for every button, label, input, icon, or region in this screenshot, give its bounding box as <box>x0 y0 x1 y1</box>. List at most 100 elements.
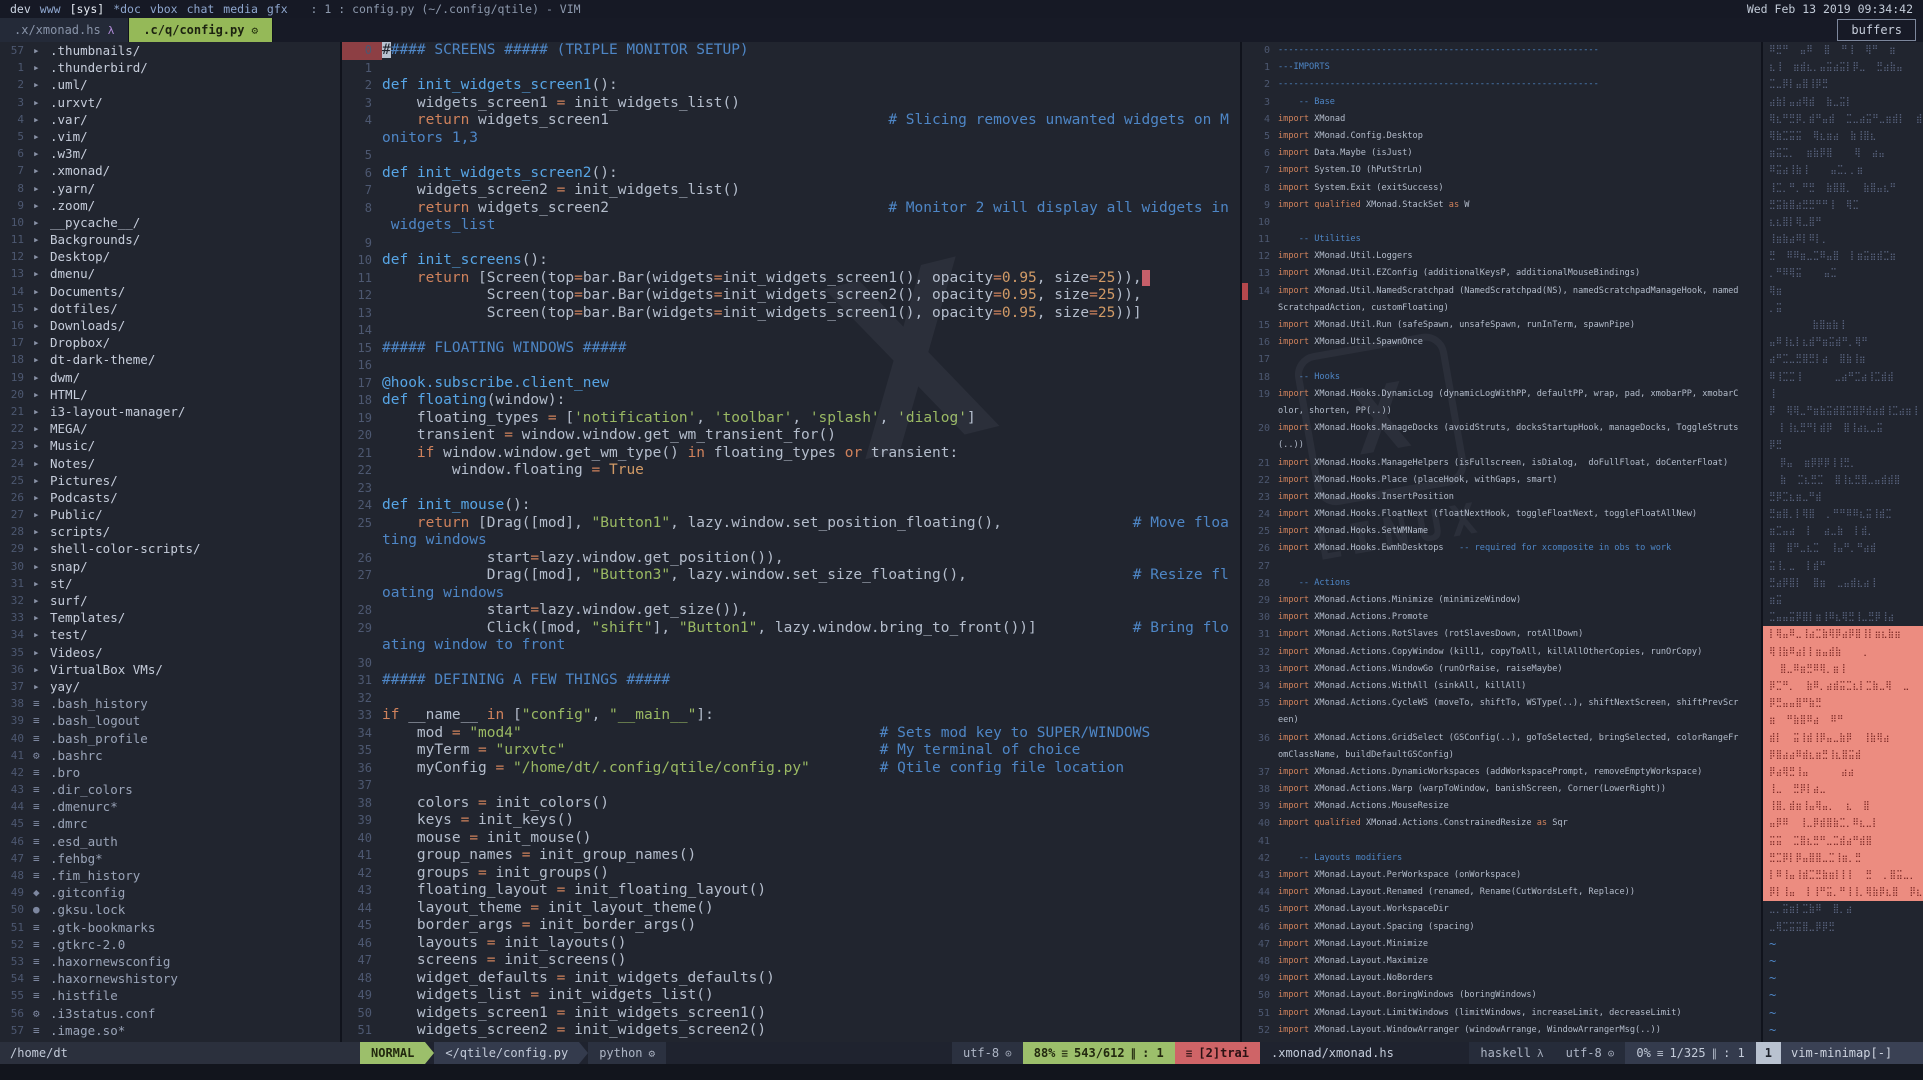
tree-dir-item[interactable]: 30▸snap/ <box>0 558 340 575</box>
tree-file-item[interactable]: 49◆.gitconfig <box>0 884 340 901</box>
code-line[interactable]: 10def init_screens(): <box>342 252 1240 270</box>
code-line[interactable]: 8import System.Exit (exitSuccess) <box>1242 180 1761 197</box>
code-line[interactable]: 25 return [Drag([mod], "Button1", lazy.w… <box>342 515 1240 533</box>
code-line[interactable]: 45 border_args = init_border_args() <box>342 917 1240 935</box>
code-line[interactable]: 15##### FLOATING WINDOWS ##### <box>342 340 1240 358</box>
code-line[interactable]: 10 <box>1242 214 1761 231</box>
code-line[interactable]: 30import XMonad.Actions.Promote <box>1242 609 1761 626</box>
code-line[interactable]: 21 if window.window.get_wm_type() in flo… <box>342 445 1240 463</box>
tree-file-item[interactable]: 46≡.esd_auth <box>0 833 340 850</box>
code-line[interactable]: 42 -- Layouts modifiers <box>1242 850 1761 867</box>
code-line[interactable]: olor, shorten, PP(..)) <box>1242 403 1761 420</box>
code-line[interactable]: 31import XMonad.Actions.RotSlaves (rotSl… <box>1242 626 1761 643</box>
tmux-window[interactable]: media <box>223 2 258 16</box>
tree-dir-item[interactable]: 10▸__pycache__/ <box>0 214 340 231</box>
tree-dir-item[interactable]: 11▸Backgrounds/ <box>0 231 340 248</box>
code-line[interactable]: 43 floating_layout = init_floating_layou… <box>342 882 1240 900</box>
tree-dir-item[interactable]: 37▸yay/ <box>0 678 340 695</box>
code-line[interactable]: 29 Click([mod, "shift"], "Button1", lazy… <box>342 620 1240 638</box>
code-line[interactable]: 36 myConfig = "/home/dt/.config/qtile/co… <box>342 760 1240 778</box>
code-line[interactable]: 49import XMonad.Layout.NoBorders <box>1242 970 1761 987</box>
minimap-pane[interactable]: ⠿⣛⠛ ⣤⠿ ⣿ ⠛⢸ ⢿⠛ ⣶ ⣆⢸ ⣶⣾⣆⡀⣤⣭⣴⣭⡇⡿⣀ ⣛⣴⣷⣤⣉⣀⡿⡇… <box>1763 42 1923 1042</box>
code-line[interactable]: 16import XMonad.Util.SpawnOnce <box>1242 334 1761 351</box>
code-line[interactable]: 15import XMonad.Util.Run (safeSpawn, uns… <box>1242 317 1761 334</box>
code-line[interactable]: ScratchpadAction, customFloating) <box>1242 300 1761 317</box>
code-line[interactable]: 22import XMonad.Hooks.Place (placeHook, … <box>1242 472 1761 489</box>
tree-dir-item[interactable]: 9▸.zoom/ <box>0 197 340 214</box>
code-line[interactable]: 43import XMonad.Layout.PerWorkspace (onW… <box>1242 867 1761 884</box>
buffers-box[interactable]: buffers <box>1837 19 1916 41</box>
tree-dir-item[interactable]: 36▸VirtualBox VMs/ <box>0 661 340 678</box>
tree-file-item[interactable]: 53≡.haxornewsconfig <box>0 953 340 970</box>
code-line[interactable]: 11 -- Utilities <box>1242 231 1761 248</box>
tree-dir-item[interactable]: 28▸scripts/ <box>0 523 340 540</box>
tree-dir-item[interactable]: 27▸Public/ <box>0 506 340 523</box>
tree-dir-item[interactable]: 4▸.var/ <box>0 111 340 128</box>
tree-file-item[interactable]: 57≡.image.so* <box>0 1022 340 1039</box>
code-line[interactable]: 44import XMonad.Layout.Renamed (renamed,… <box>1242 884 1761 901</box>
code-line[interactable]: 24def init_mouse(): <box>342 497 1240 515</box>
code-line[interactable]: 35import XMonad.Actions.CycleWS (moveTo,… <box>1242 695 1761 712</box>
code-line[interactable]: 42 groups = init_groups() <box>342 865 1240 883</box>
tree-dir-item[interactable]: 29▸shell-color-scripts/ <box>0 540 340 557</box>
tree-dir-item[interactable]: 7▸.xmonad/ <box>0 162 340 179</box>
tmux-window[interactable]: gfx <box>267 2 288 16</box>
code-line[interactable]: 12import XMonad.Util.Loggers <box>1242 248 1761 265</box>
command-line[interactable] <box>0 1064 1923 1080</box>
tree-file-item[interactable]: 45≡.dmrc <box>0 815 340 832</box>
code-line[interactable]: 50import XMonad.Layout.BoringWindows (bo… <box>1242 987 1761 1004</box>
tree-dir-item[interactable]: 14▸Documents/ <box>0 283 340 300</box>
code-line[interactable]: 2---------------------------------------… <box>1242 76 1761 93</box>
tree-file-item[interactable]: 51≡.gtk-bookmarks <box>0 919 340 936</box>
tree-dir-item[interactable]: 16▸Downloads/ <box>0 317 340 334</box>
code-line[interactable]: 39import XMonad.Actions.MouseResize <box>1242 798 1761 815</box>
code-line[interactable]: (..)) <box>1242 437 1761 454</box>
code-line[interactable]: 7 widgets_screen2 = init_widgets_list() <box>342 182 1240 200</box>
tree-dir-item[interactable]: 1▸.thunderbird/ <box>0 59 340 76</box>
tree-dir-item[interactable]: 33▸Templates/ <box>0 609 340 626</box>
code-line[interactable]: 29import XMonad.Actions.Minimize (minimi… <box>1242 592 1761 609</box>
code-line[interactable]: 33if __name__ in ["config", "__main__"]: <box>342 707 1240 725</box>
code-line[interactable]: 48import XMonad.Layout.Maximize <box>1242 953 1761 970</box>
code-line[interactable]: 46import XMonad.Layout.Spacing (spacing) <box>1242 919 1761 936</box>
tree-dir-item[interactable]: 57▸.thumbnails/ <box>0 42 340 59</box>
tree-dir-item[interactable]: 21▸i3-layout-manager/ <box>0 403 340 420</box>
code-line[interactable]: 44 layout_theme = init_layout_theme() <box>342 900 1240 918</box>
code-line[interactable]: 40 mouse = init_mouse() <box>342 830 1240 848</box>
tree-dir-item[interactable]: 17▸Dropbox/ <box>0 334 340 351</box>
code-line[interactable]: 23 <box>342 480 1240 498</box>
tree-dir-item[interactable]: 31▸st/ <box>0 575 340 592</box>
code-line[interactable]: 3 widgets_screen1 = init_widgets_list() <box>342 95 1240 113</box>
tree-dir-item[interactable]: 6▸.w3m/ <box>0 145 340 162</box>
code-line[interactable]: 1---IMPORTS <box>1242 59 1761 76</box>
code-line[interactable]: 27 Drag([mod], "Button3", lazy.window.se… <box>342 567 1240 585</box>
tree-dir-item[interactable]: 20▸HTML/ <box>0 386 340 403</box>
code-line[interactable]: 12 Screen(top=bar.Bar(widgets=init_widge… <box>342 287 1240 305</box>
code-line[interactable]: 35 myTerm = "urxvtc" # My terminal of ch… <box>342 742 1240 760</box>
tree-file-item[interactable]: 42≡.bro <box>0 764 340 781</box>
code-line[interactable]: 26import XMonad.Hooks.EwmhDesktops -- re… <box>1242 540 1761 557</box>
tree-dir-item[interactable]: 26▸Podcasts/ <box>0 489 340 506</box>
code-line[interactable]: 5import XMonad.Config.Desktop <box>1242 128 1761 145</box>
tree-file-item[interactable]: 38≡.bash_history <box>0 695 340 712</box>
code-line[interactable]: 14 <box>342 322 1240 340</box>
tmux-window[interactable]: *doc <box>113 2 141 16</box>
tree-dir-item[interactable]: 15▸dotfiles/ <box>0 300 340 317</box>
code-line[interactable]: oating windows <box>342 585 1240 603</box>
code-line[interactable]: 23import XMonad.Hooks.InsertPosition <box>1242 489 1761 506</box>
code-line[interactable]: een) <box>1242 712 1761 729</box>
code-line[interactable]: omClassName, buildDefaultGSConfig) <box>1242 747 1761 764</box>
tree-file-item[interactable]: 56⚙.i3status.conf <box>0 1005 340 1022</box>
code-line[interactable]: 34import XMonad.Actions.WithAll (sinkAll… <box>1242 678 1761 695</box>
tree-file-item[interactable]: 52≡.gtkrc-2.0 <box>0 936 340 953</box>
tree-file-item[interactable]: 39≡.bash_logout <box>0 712 340 729</box>
code-line[interactable]: 5 <box>342 147 1240 165</box>
code-line[interactable]: 38 colors = init_colors() <box>342 795 1240 813</box>
code-line[interactable]: 49 widgets_list = init_widgets_list() <box>342 987 1240 1005</box>
code-line[interactable]: widgets_list <box>342 217 1240 235</box>
tmux-window[interactable]: chat <box>187 2 215 16</box>
tree-file-item[interactable]: 55≡.histfile <box>0 987 340 1004</box>
code-line[interactable]: 13 Screen(top=bar.Bar(widgets=init_widge… <box>342 305 1240 323</box>
haskell-editor-pane[interactable]: 0---------------------------------------… <box>1242 42 1763 1042</box>
code-line[interactable]: 41 group_names = init_group_names() <box>342 847 1240 865</box>
